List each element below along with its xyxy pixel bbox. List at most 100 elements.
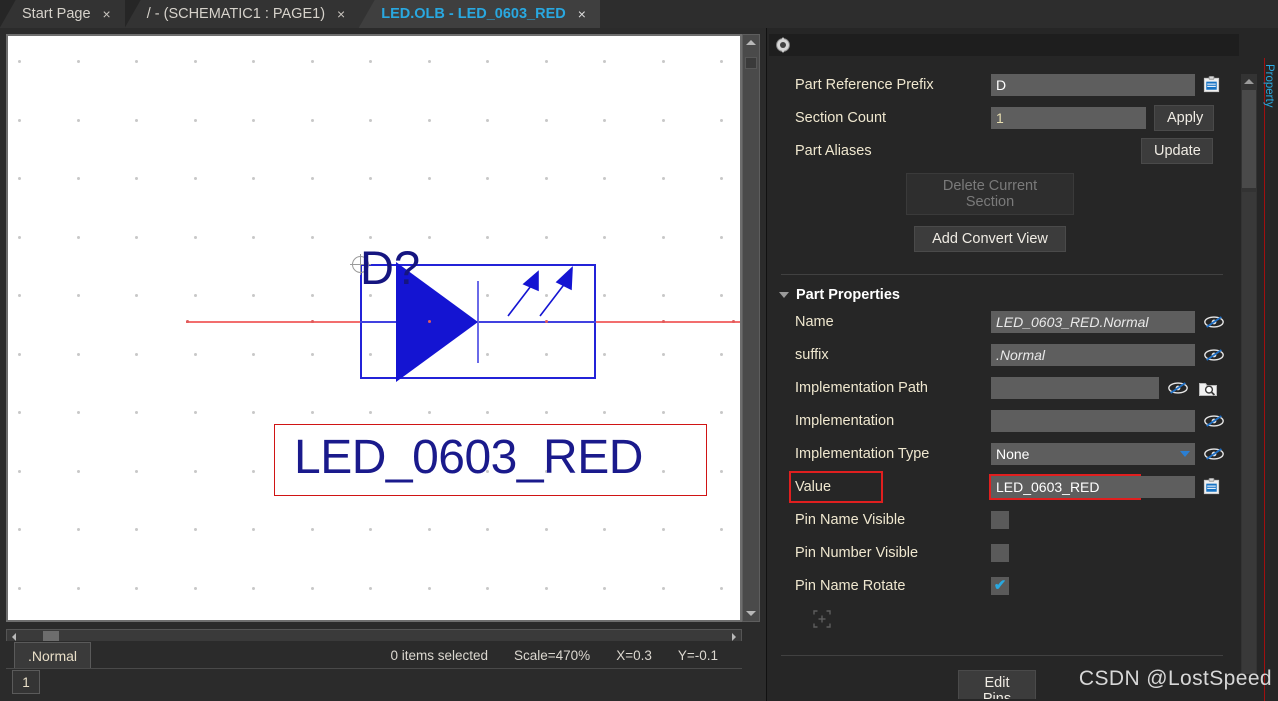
add-convert-view-button[interactable]: Add Convert View [914,226,1066,252]
name-input[interactable]: LED_0603_RED.Normal [991,311,1195,333]
eye-hidden-icon[interactable] [1167,380,1189,396]
page-number-tab[interactable]: 1 [12,670,40,694]
browse-folder-icon[interactable] [1198,378,1218,398]
row-value: Value LED_0603_RED [769,470,1235,503]
items-selected-status: 0 items selected [390,648,488,663]
grid-dot [194,528,197,531]
chevron-down-icon[interactable] [1180,451,1190,457]
update-button[interactable]: Update [1141,138,1213,164]
grid-dot [603,353,606,356]
section-count-input[interactable]: 1 [991,107,1146,129]
grid-dot [135,236,138,239]
eye-hidden-icon[interactable] [1203,347,1225,363]
clipboard-icon[interactable] [1202,477,1221,496]
close-icon[interactable]: × [103,7,111,21]
canvas-surface[interactable]: D? LED_0603_RED [8,36,740,620]
grid-dot [486,177,489,180]
properties-body: Part Reference Prefix D Section Count 1 … [769,58,1235,699]
grid-dot [194,294,197,297]
grid-dot [77,236,80,239]
grid-dot [77,528,80,531]
edit-pins-button[interactable]: Edit Pins [958,670,1036,699]
grid-dot [135,411,138,414]
grid-dot [603,587,606,590]
grid-dot [135,528,138,531]
implementation-input[interactable] [991,410,1195,432]
grid-dot [311,177,314,180]
grid-dot [428,236,431,239]
wire-connection-dot [311,320,314,323]
tab-start-page[interactable]: Start Page × [0,0,125,28]
close-icon[interactable]: × [337,7,345,21]
scrollbar-track[interactable] [1242,192,1256,674]
grid-dot [18,353,21,356]
grid-dot [18,470,21,473]
section-count-label: Section Count [795,110,991,126]
grid-dot [662,528,665,531]
schematic-canvas[interactable]: D? LED_0603_RED [6,34,742,622]
grid-dot [603,177,606,180]
name-label: Name [795,314,991,330]
grid-dot [18,119,21,122]
implementation-type-select[interactable]: None [991,443,1195,465]
delete-current-section-button[interactable]: Delete Current Section [906,173,1074,215]
scale-status: Scale=470% [514,648,590,663]
tab-schematic1-page1[interactable]: / - (SCHEMATIC1 : PAGE1) × [125,0,360,28]
grid-dot [135,119,138,122]
grid-dot [545,411,548,414]
grid-dot [194,60,197,63]
chevron-down-icon[interactable] [779,292,789,298]
grid-dot [662,236,665,239]
value-input[interactable]: LED_0603_RED [991,476,1139,498]
grid-dot [311,60,314,63]
gear-icon[interactable] [775,37,791,53]
add-property-icon[interactable] [813,610,831,628]
panel-vertical-scrollbar[interactable] [1241,74,1257,674]
eye-hidden-icon[interactable] [1203,314,1225,330]
reference-designator-label[interactable]: D? [360,244,420,291]
grid-dot [252,470,255,473]
scroll-up-icon[interactable] [1241,74,1257,88]
row-suffix: suffix .Normal [769,338,1235,371]
scrollbar-thumb[interactable] [745,57,757,69]
part-properties-panel: Part Reference Prefix D Section Count 1 … [766,28,1278,701]
pin-name-visible-checkbox[interactable] [991,511,1009,529]
tab-led-olb[interactable]: LED.OLB - LED_0603_RED × [359,0,600,28]
grid-dot [545,177,548,180]
clipboard-icon[interactable] [1202,75,1221,94]
led-emission-arrows-icon [500,264,590,322]
suffix-input[interactable]: .Normal [991,344,1195,366]
implementation-path-input[interactable] [991,377,1159,399]
row-implementation: Implementation [769,404,1235,437]
pin-name-rotate-checkbox[interactable] [991,577,1009,595]
scroll-up-icon[interactable] [743,35,759,50]
part-properties-title: Part Properties [796,287,900,303]
grid-dot [662,177,665,180]
close-icon[interactable]: × [578,7,586,21]
scroll-down-icon[interactable] [743,606,759,621]
grid-dot [311,236,314,239]
grid-dot [194,177,197,180]
grid-dot [18,587,21,590]
grid-dot [662,353,665,356]
grid-dot [311,119,314,122]
canvas-vertical-scrollbar[interactable] [742,34,760,622]
eye-hidden-icon[interactable] [1203,446,1225,462]
grid-dot [662,60,665,63]
part-reference-prefix-input[interactable]: D [991,74,1195,96]
part-properties-heading[interactable]: Part Properties [769,287,1235,303]
grid-dot [135,470,138,473]
part-value-label[interactable]: LED_0603_RED [294,434,643,482]
pin-number-visible-checkbox[interactable] [991,544,1009,562]
docked-panel-tab-label: Property [1263,64,1275,107]
eye-hidden-icon[interactable] [1203,413,1225,429]
value-input-extension[interactable] [1139,476,1195,498]
row-pin-name-rotate: Pin Name Rotate [769,569,1235,602]
apply-button[interactable]: Apply [1154,105,1214,131]
grid-dot [486,60,489,63]
docked-panel-tab-strip[interactable]: Property [1264,58,1278,701]
scrollbar-thumb[interactable] [1242,90,1256,188]
section-tab-normal[interactable]: .Normal [14,642,91,669]
grid-dot [311,353,314,356]
grid-dot [252,528,255,531]
